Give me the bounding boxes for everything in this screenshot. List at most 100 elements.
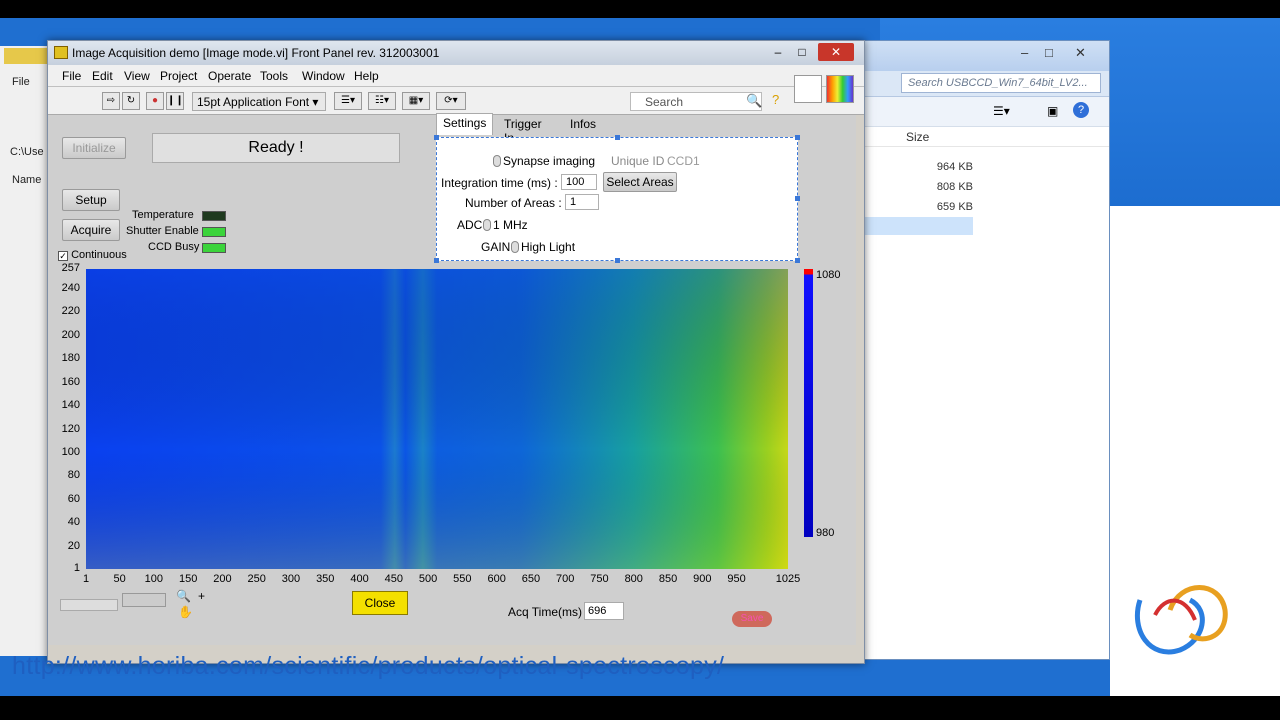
temperature-led bbox=[202, 211, 226, 221]
shutter-enable-label: Shutter Enable bbox=[126, 225, 199, 237]
intensity-graph bbox=[86, 269, 788, 569]
close-icon[interactable]: ✕ bbox=[1075, 45, 1086, 61]
help-icon[interactable]: ? bbox=[1073, 102, 1089, 118]
explorer-column-header: Size bbox=[861, 127, 1109, 147]
adc-ring[interactable]: 1 MHz bbox=[483, 218, 528, 232]
menu-tools[interactable]: Tools bbox=[260, 69, 288, 83]
font-selector[interactable]: 15pt Application Font ▾ bbox=[192, 92, 326, 111]
tab-trigger-in[interactable]: Trigger In bbox=[498, 115, 548, 145]
minimize-icon[interactable]: – bbox=[1021, 45, 1028, 60]
menu-edit[interactable]: Edit bbox=[92, 69, 113, 83]
y-tick-label: 100 bbox=[61, 445, 80, 458]
acq-time-label: Acq Time(ms) bbox=[508, 605, 583, 619]
integration-time-input[interactable]: 100 bbox=[561, 174, 597, 190]
x-tick-label: 1025 bbox=[775, 573, 801, 585]
selection-handle bbox=[434, 135, 439, 140]
menu-window[interactable]: Window bbox=[302, 69, 345, 83]
pan-hand-icon[interactable]: ✋ bbox=[178, 605, 193, 619]
continuous-label: Continuous bbox=[71, 249, 127, 261]
explorer-toolbar: ☰▾ ▣ ? bbox=[861, 97, 1109, 127]
gain-label: GAIN bbox=[481, 240, 511, 254]
preview-pane-icon[interactable]: ▣ bbox=[1047, 104, 1058, 118]
run-continuously-icon[interactable]: ↻ bbox=[122, 92, 140, 110]
graph-palette-cursor bbox=[60, 599, 118, 611]
minimize-icon[interactable]: – bbox=[766, 43, 790, 61]
save-button[interactable]: Save bbox=[732, 611, 772, 627]
vi-icon-blank bbox=[794, 75, 822, 103]
zoom-icon[interactable]: 🔍 bbox=[176, 589, 191, 603]
selection-handle bbox=[434, 258, 439, 263]
search-icon[interactable]: 🔍 bbox=[746, 93, 762, 109]
x-scale-format-icon[interactable] bbox=[122, 593, 166, 607]
tab-settings[interactable]: Settings bbox=[436, 113, 494, 135]
selected-row-highlight bbox=[861, 217, 973, 235]
file-size: 808 KB bbox=[936, 181, 973, 193]
toolbar: ⇨ ↻ ● ❙❙ 15pt Application Font ▾ ☰▾ ☷▾ ▦… bbox=[48, 75, 864, 115]
ring-icon bbox=[483, 219, 491, 231]
file-size: 659 KB bbox=[936, 201, 973, 213]
number-of-areas-input[interactable]: 1 bbox=[565, 194, 599, 210]
continuous-checkbox[interactable]: ✓ Continuous bbox=[58, 249, 127, 261]
adc-value: 1 MHz bbox=[493, 218, 528, 232]
y-tick-label: 180 bbox=[61, 352, 80, 365]
gain-value: High Light bbox=[521, 240, 576, 254]
pause-icon[interactable]: ❙❙ bbox=[166, 92, 184, 110]
shutter-enable-led bbox=[202, 227, 226, 237]
menu-view[interactable]: View bbox=[124, 69, 150, 83]
labview-titlebar: Image Acquisition demo [Image mode.vi] F… bbox=[48, 41, 864, 65]
acquire-button[interactable]: Acquire bbox=[62, 219, 120, 241]
selection-handle bbox=[615, 258, 620, 263]
y-tick-label: 140 bbox=[61, 399, 80, 412]
menu-project[interactable]: Project bbox=[160, 69, 197, 83]
close-button[interactable]: Close bbox=[352, 591, 408, 615]
abort-icon[interactable]: ● bbox=[146, 92, 164, 110]
unique-id-label: Unique ID bbox=[611, 154, 665, 168]
y-tick-label: 240 bbox=[61, 281, 80, 294]
size-column-header[interactable]: Size bbox=[906, 130, 929, 144]
view-options-icon[interactable]: ☰▾ bbox=[993, 104, 1010, 118]
number-of-areas-label: Number of Areas : bbox=[465, 196, 562, 210]
cursor-move-icon[interactable]: + bbox=[198, 589, 205, 603]
font-selector-value: 15pt Application Font bbox=[197, 95, 310, 109]
distribute-objects-icon[interactable]: ☷▾ bbox=[368, 92, 396, 110]
search-input[interactable]: Search bbox=[630, 92, 762, 111]
explorer-window: – □ ✕ Search USBCCD_Win7_64bit_LV2... ☰▾… bbox=[860, 40, 1110, 660]
align-objects-icon[interactable]: ☰▾ bbox=[334, 92, 362, 110]
menu-file[interactable]: File bbox=[62, 69, 81, 83]
close-window-icon[interactable]: ✕ bbox=[818, 43, 854, 61]
gain-ring[interactable]: High Light bbox=[511, 240, 575, 254]
color-scale-min: 980 bbox=[816, 527, 835, 539]
select-areas-button[interactable]: Select Areas bbox=[603, 172, 677, 192]
initialize-button[interactable]: Initialize bbox=[62, 137, 126, 159]
selection-handle bbox=[615, 135, 620, 140]
explorer-search-input[interactable]: Search USBCCD_Win7_64bit_LV2... bbox=[901, 73, 1101, 93]
resize-objects-icon[interactable]: ▦▾ bbox=[402, 92, 430, 110]
ccd-busy-led bbox=[202, 243, 226, 253]
footer-url[interactable]: http://www.horiba.com/scientific/product… bbox=[12, 652, 724, 681]
file-size: 964 KB bbox=[936, 161, 973, 173]
status-indicator: Ready ! bbox=[152, 133, 400, 163]
maximize-icon[interactable]: □ bbox=[1045, 45, 1053, 60]
acq-time-value: 696 bbox=[584, 602, 624, 620]
selection-handle bbox=[795, 135, 800, 140]
explorer-titlebar: – □ ✕ bbox=[861, 41, 1109, 71]
y-tick-label: 20 bbox=[67, 539, 80, 552]
mode-ring[interactable]: Synapse imaging bbox=[493, 154, 595, 168]
context-help-icon[interactable]: ? bbox=[772, 92, 779, 107]
ccd-busy-label: CCD Busy bbox=[148, 241, 200, 253]
check-icon: ✓ bbox=[58, 251, 68, 261]
front-panel: Initialize Ready ! Setup Acquire ✓ Conti… bbox=[48, 113, 856, 645]
window-title: Image Acquisition demo [Image mode.vi] F… bbox=[72, 46, 440, 60]
maximize-icon[interactable]: □ bbox=[790, 43, 814, 61]
explorer-path-label: C:\Use bbox=[10, 146, 44, 158]
tab-infos[interactable]: Infos bbox=[564, 115, 602, 135]
setup-button[interactable]: Setup bbox=[62, 189, 120, 211]
reorder-icon[interactable]: ⟳▾ bbox=[436, 92, 466, 110]
integration-time-label: Integration time (ms) : bbox=[441, 176, 558, 190]
explorer-file-menu[interactable]: File bbox=[12, 76, 30, 88]
menu-operate[interactable]: Operate bbox=[208, 69, 251, 83]
menu-help[interactable]: Help bbox=[354, 69, 379, 83]
vi-icon-spectrum bbox=[826, 75, 854, 103]
run-icon[interactable]: ⇨ bbox=[102, 92, 120, 110]
settings-tab-page: Synapse imaging Unique ID CCD1 Integrati… bbox=[434, 135, 800, 263]
